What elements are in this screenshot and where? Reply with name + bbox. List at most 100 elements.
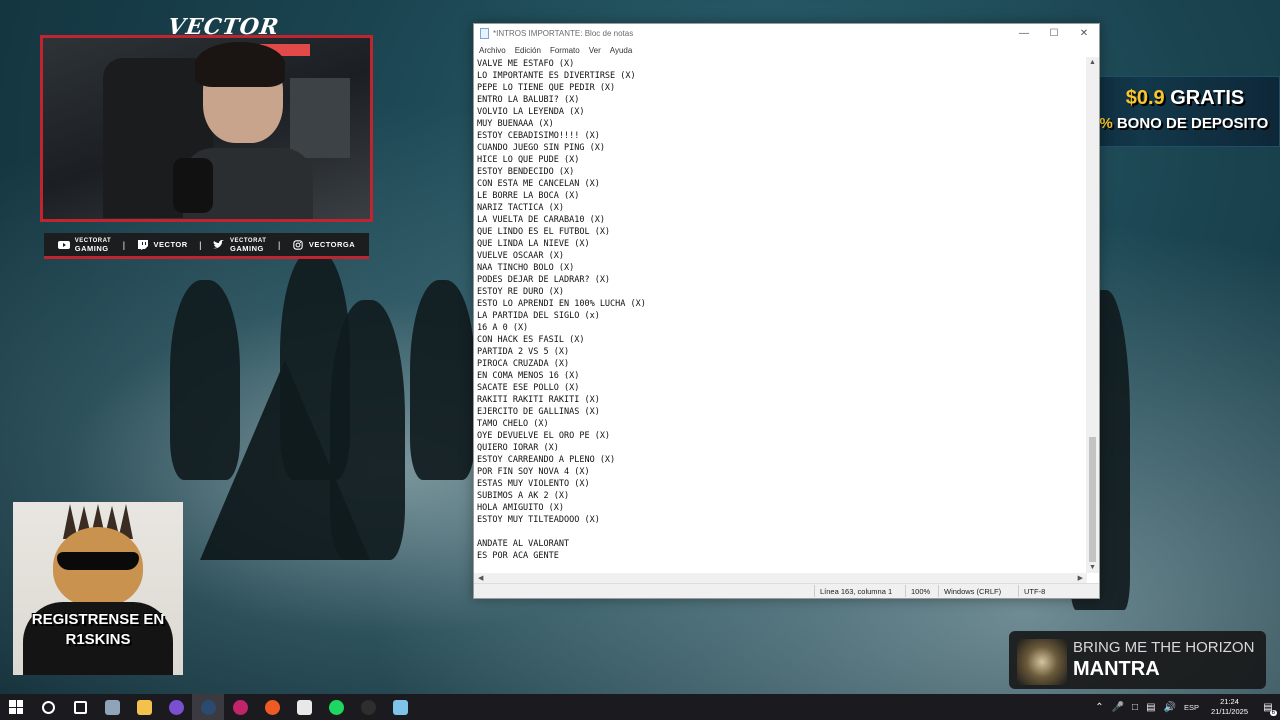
text-line: PEPE LO TIENE QUE PEDIR (X) [477, 83, 616, 93]
text-line: HOLA AMIGUITO (X) [477, 503, 564, 513]
text-line: CON ESTA ME CANCELAN (X) [477, 179, 600, 189]
notification-count: 6 [1269, 709, 1277, 716]
taskbar-discord-button[interactable] [160, 694, 192, 720]
text-line: NAA TINCHO BOLO (X) [477, 263, 575, 273]
text-line: SACATE ESE POLLO (X) [477, 383, 580, 393]
close-button[interactable]: ✕ [1069, 28, 1099, 39]
sponsor-cat-image: REGISTRENSE EN R1SKINS [13, 502, 183, 675]
maximize-button[interactable]: ☐ [1039, 28, 1069, 39]
text-line: CON HACK ES FASIL (X) [477, 335, 585, 345]
taskbar-explorer-button[interactable] [128, 694, 160, 720]
taskbar-app2-icon [360, 699, 376, 715]
social-links-bar: VECTORAT GAMING | VECTOR | VECTORAT GAMING… [44, 233, 369, 259]
social-instagram: VECTORGA [292, 239, 355, 250]
network-icon[interactable]: ▤ [1146, 702, 1155, 713]
menu-ayuda[interactable]: Ayuda [610, 46, 633, 55]
now-playing-artist: BRING ME THE HORIZON [1073, 639, 1255, 656]
text-line: VALVE ME ESTAFO (X) [477, 59, 575, 69]
taskbar-spotify-icon [328, 699, 344, 715]
text-line: VOLVIO LA LEYENDA (X) [477, 107, 585, 117]
text-line: ESTOY RE DURO (X) [477, 287, 564, 297]
taskbar-spotify-button[interactable] [320, 694, 352, 720]
text-line: QUIERO IORAR (X) [477, 443, 559, 453]
text-line: VUELVE OSCAAR (X) [477, 251, 564, 261]
promo-gratis: GRATIS [1170, 87, 1245, 109]
volume-icon[interactable]: 🔊 [1164, 702, 1176, 713]
text-line: ESTOY CARREANDO A PLENO (X) [477, 455, 616, 465]
text-line: EN COMA MENOS 16 (X) [477, 371, 580, 381]
menu-ver[interactable]: Ver [589, 46, 601, 55]
tray-app-icon[interactable]: □ [1132, 702, 1138, 713]
text-line: PARTIDA 2 VS 5 (X) [477, 347, 570, 357]
system-tray: ⌃ 🎤 □ ▤ 🔊 ESP 21:24 21/11/2025 ▤ 6 [1091, 694, 1280, 720]
status-bar: Línea 163, columna 1 100% Windows (CRLF)… [474, 583, 1099, 598]
menu-formato[interactable]: Formato [550, 46, 580, 55]
title-bar[interactable]: *INTROS IMPORTANTE: Bloc de notas — ☐ ✕ [474, 24, 1099, 43]
now-playing-widget: BRING ME THE HORIZON MANTRA [1009, 631, 1266, 689]
taskbar-search-icon [41, 700, 55, 714]
start-button[interactable] [0, 694, 32, 720]
notepad-icon [480, 28, 489, 39]
album-art [1017, 639, 1067, 685]
social-label-line2: GAMING [230, 243, 264, 253]
text-line: CUANDO JUEGO SIN PING (X) [477, 143, 605, 153]
social-label-line2: GAMING [74, 243, 109, 253]
text-line: RAKITI RAKITI RAKITI (X) [477, 395, 600, 405]
youtube-icon [57, 240, 70, 249]
wallpaper-figures [130, 250, 490, 630]
taskbar-taskview-button[interactable] [64, 694, 96, 720]
text-line: POR FIN SOY NOVA 4 (X) [477, 467, 590, 477]
scroll-thumb[interactable] [1089, 437, 1096, 562]
taskbar-search-button[interactable] [32, 694, 64, 720]
text-line: ESTOY CEBADISIMO!!!! (X) [477, 131, 600, 141]
sponsor-text-line1: REGISTRENSE EN [31, 611, 165, 628]
taskbar-explorer-icon [136, 699, 152, 715]
text-line: QUE LINDA LA NIEVE (X) [477, 239, 590, 249]
text-line: PIROCA CRUZADA (X) [477, 359, 570, 369]
vertical-scrollbar[interactable]: ▲ ▼ [1086, 57, 1099, 573]
notification-center-button[interactable]: ▤ 6 [1256, 702, 1280, 716]
instagram-icon [293, 239, 303, 250]
taskbar-app-button[interactable] [96, 694, 128, 720]
twitter-icon [213, 239, 225, 248]
text-line: EJERCITO DE GALLINAS (X) [477, 407, 600, 417]
clock-time: 21:24 [1220, 697, 1239, 706]
menu-edicion[interactable]: Edición [515, 46, 541, 55]
language-indicator[interactable]: ESP [1184, 703, 1199, 712]
chevron-up-icon[interactable]: ⌃ [1095, 702, 1103, 713]
text-line: MUY BUENAAA (X) [477, 119, 554, 129]
text-line: ESTAS MUY VIOLENTO (X) [477, 479, 590, 489]
menu-archivo[interactable]: Archivo [479, 46, 506, 55]
social-twitch: VECTOR [137, 239, 188, 250]
text-line: PODES DEJAR DE LADRAR? (X) [477, 275, 611, 285]
taskbar-notepad-icon [392, 699, 408, 715]
text-editor-area[interactable]: VALVE ME ESTAFO (X) LO IMPORTANTE ES DIVE… [474, 57, 1087, 573]
text-line: LE BORRE LA BOCA (X) [477, 191, 580, 201]
text-line [477, 526, 1087, 538]
taskbar-steam-button[interactable] [192, 694, 224, 720]
clock-date: 21/11/2025 [1211, 707, 1248, 716]
text-line: HICE LO QUE PUDE (X) [477, 155, 580, 165]
window-title: *INTROS IMPORTANTE: Bloc de notas [493, 29, 634, 38]
microphone-icon[interactable]: 🎤 [1112, 702, 1124, 713]
taskbar-game-button[interactable] [288, 694, 320, 720]
taskbar-app2-button[interactable] [352, 694, 384, 720]
clock[interactable]: 21:24 21/11/2025 [1211, 697, 1248, 717]
text-line: LA VUELTA DE CARABA10 (X) [477, 215, 605, 225]
minimize-button[interactable]: — [1009, 28, 1039, 39]
text-line: LO IMPORTANTE ES DIVERTIRSE (X) [477, 71, 636, 81]
taskbar-notepad-button[interactable] [384, 694, 416, 720]
text-line: ESTOY BENDECIDO (X) [477, 167, 575, 177]
text-line: 16 A 0 (X) [477, 323, 529, 333]
scroll-down-icon[interactable]: ▼ [1086, 562, 1099, 573]
scroll-up-icon[interactable]: ▲ [1086, 57, 1099, 68]
windows-icon [9, 700, 23, 714]
text-line: NARIZ TACTICA (X) [477, 203, 564, 213]
notepad-window[interactable]: *INTROS IMPORTANTE: Bloc de notas — ☐ ✕ … [473, 23, 1100, 599]
text-line: ES POR ACA GENTE [477, 551, 559, 561]
status-cursor-position: Línea 163, columna 1 [820, 587, 893, 596]
taskbar-brave-button[interactable] [256, 694, 288, 720]
menu-bar: Archivo Edición Formato Ver Ayuda [474, 43, 1099, 57]
text-line: TAMO CHELO (X) [477, 419, 549, 429]
taskbar-obs-button[interactable] [224, 694, 256, 720]
